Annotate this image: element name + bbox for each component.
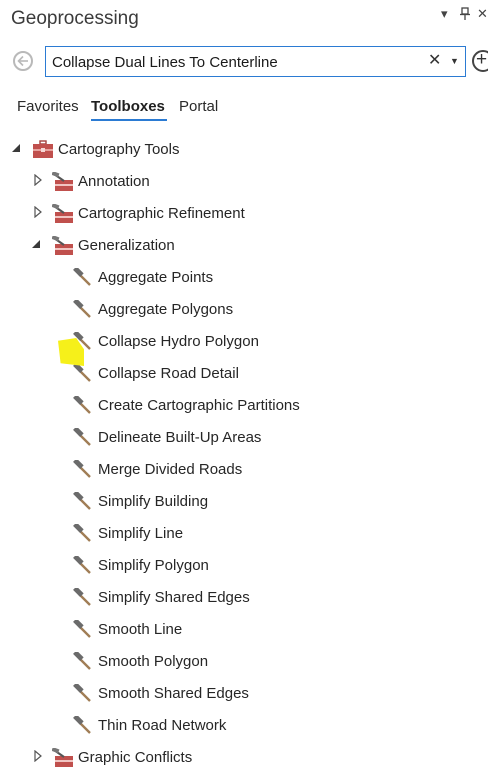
hammer-icon xyxy=(73,428,91,446)
tree-node-label: Thin Road Network xyxy=(98,717,227,734)
toolbox-icon xyxy=(33,140,53,158)
tree-tool-item[interactable]: Aggregate Points xyxy=(0,262,488,294)
tree-node-label: Collapse Hydro Polygon xyxy=(98,333,259,350)
toolset-icon xyxy=(52,172,73,191)
hammer-icon xyxy=(73,396,91,414)
search-box[interactable]: ✕ ▼ xyxy=(45,46,466,77)
tree-node-label: Simplify Line xyxy=(98,525,184,542)
chevron-down-icon[interactable]: ▼ xyxy=(450,56,459,66)
hammer-icon xyxy=(73,620,91,638)
tree-node-label: Create Cartographic Partitions xyxy=(98,397,300,414)
toolset-icon xyxy=(52,236,73,255)
tree-tool-item[interactable]: Simplify Polygon xyxy=(0,550,488,582)
close-pane-icon[interactable]: ✕ xyxy=(477,7,488,21)
back-button[interactable] xyxy=(13,51,33,71)
tree-tool-item[interactable]: Simplify Line xyxy=(0,518,488,550)
tree-node-annotation[interactable]: Annotation xyxy=(0,166,488,198)
pane-title-bar: Geoprocessing ▾ ✕ xyxy=(0,0,488,40)
tree-node-cartography-tools[interactable]: Cartography Tools xyxy=(0,134,488,166)
tab-portal[interactable]: Portal xyxy=(179,98,218,115)
tree-node-generalization[interactable]: Generalization xyxy=(0,230,488,262)
toolset-icon xyxy=(52,748,73,767)
close-icon[interactable]: ✕ xyxy=(428,52,441,70)
hammer-icon xyxy=(73,588,91,606)
tree-tool-item[interactable]: Create Cartographic Partitions xyxy=(0,390,488,422)
hammer-icon xyxy=(73,652,91,670)
add-button[interactable]: + xyxy=(472,49,488,72)
tree-node-cartographic-refinement[interactable]: Cartographic Refinement xyxy=(0,198,488,230)
tree-tool-item[interactable]: Thin Road Network xyxy=(0,710,488,742)
tree-node-label: Delineate Built-Up Areas xyxy=(98,429,262,446)
hammer-icon xyxy=(73,716,91,734)
tree-node-label: Aggregate Points xyxy=(98,269,214,286)
tree-node-graphic-conflicts[interactable]: Graphic Conflicts xyxy=(0,742,488,774)
collapsed-arrow-icon[interactable] xyxy=(33,750,43,762)
plus-icon: + xyxy=(476,49,488,70)
hammer-icon xyxy=(73,684,91,702)
tree-node-label: Cartography Tools xyxy=(58,141,180,158)
tree-tool-item[interactable]: Delineate Built-Up Areas xyxy=(0,422,488,454)
tree-tool-item[interactable]: Smooth Line xyxy=(0,614,488,646)
tree-tool-item[interactable]: Simplify Building xyxy=(0,486,488,518)
tree-tool-item[interactable]: Smooth Polygon xyxy=(0,646,488,678)
hammer-icon xyxy=(73,492,91,510)
expanded-arrow-icon[interactable] xyxy=(31,238,41,250)
collapsed-arrow-icon[interactable] xyxy=(33,174,43,186)
hammer-icon xyxy=(73,268,91,286)
tab-bar: Favorites Toolboxes Portal xyxy=(0,96,488,124)
tree-node-label: Merge Divided Roads xyxy=(98,461,243,478)
expanded-arrow-icon[interactable] xyxy=(11,142,21,154)
tree-node-label: Simplify Polygon xyxy=(98,557,209,574)
hammer-icon xyxy=(73,300,91,318)
arrow-left-icon xyxy=(17,55,28,67)
hammer-icon xyxy=(73,364,91,382)
search-row: ✕ ▼ + xyxy=(0,44,488,80)
collapsed-arrow-icon[interactable] xyxy=(33,206,43,218)
tree-node-label: Aggregate Polygons xyxy=(98,301,234,318)
tree-tool-item[interactable]: Simplify Shared Edges xyxy=(0,582,488,614)
tree-node-label: Cartographic Refinement xyxy=(78,205,245,222)
tree-tool-item[interactable]: Smooth Shared Edges xyxy=(0,678,488,710)
tree-node-label: Smooth Shared Edges xyxy=(98,685,249,702)
tab-favorites[interactable]: Favorites xyxy=(17,98,79,115)
hammer-icon xyxy=(73,524,91,542)
search-input[interactable] xyxy=(52,52,412,72)
tree-node-label: Collapse Road Detail xyxy=(98,365,239,382)
tree-node-label: Smooth Polygon xyxy=(98,653,209,670)
pane-options-icon[interactable]: ▾ xyxy=(441,7,448,21)
tree-tool-item[interactable]: Aggregate Polygons xyxy=(0,294,488,326)
tree-node-label: Simplify Building xyxy=(98,493,209,510)
tree-node-label: Annotation xyxy=(78,173,150,190)
hammer-icon xyxy=(73,556,91,574)
tree-node-label: Generalization xyxy=(78,237,175,254)
tree-node-label: Smooth Line xyxy=(98,621,183,638)
tree-node-label: Simplify Shared Edges xyxy=(98,589,250,606)
auto-hide-pin-icon[interactable] xyxy=(459,7,471,24)
pane-title: Geoprocessing xyxy=(11,8,139,29)
active-tab-indicator xyxy=(91,119,167,121)
tab-toolboxes[interactable]: Toolboxes xyxy=(91,98,165,115)
tree-node-label: Graphic Conflicts xyxy=(78,749,193,766)
toolset-icon xyxy=(52,204,73,223)
tree-tool-item[interactable]: Merge Divided Roads xyxy=(0,454,488,486)
hammer-icon xyxy=(73,460,91,478)
